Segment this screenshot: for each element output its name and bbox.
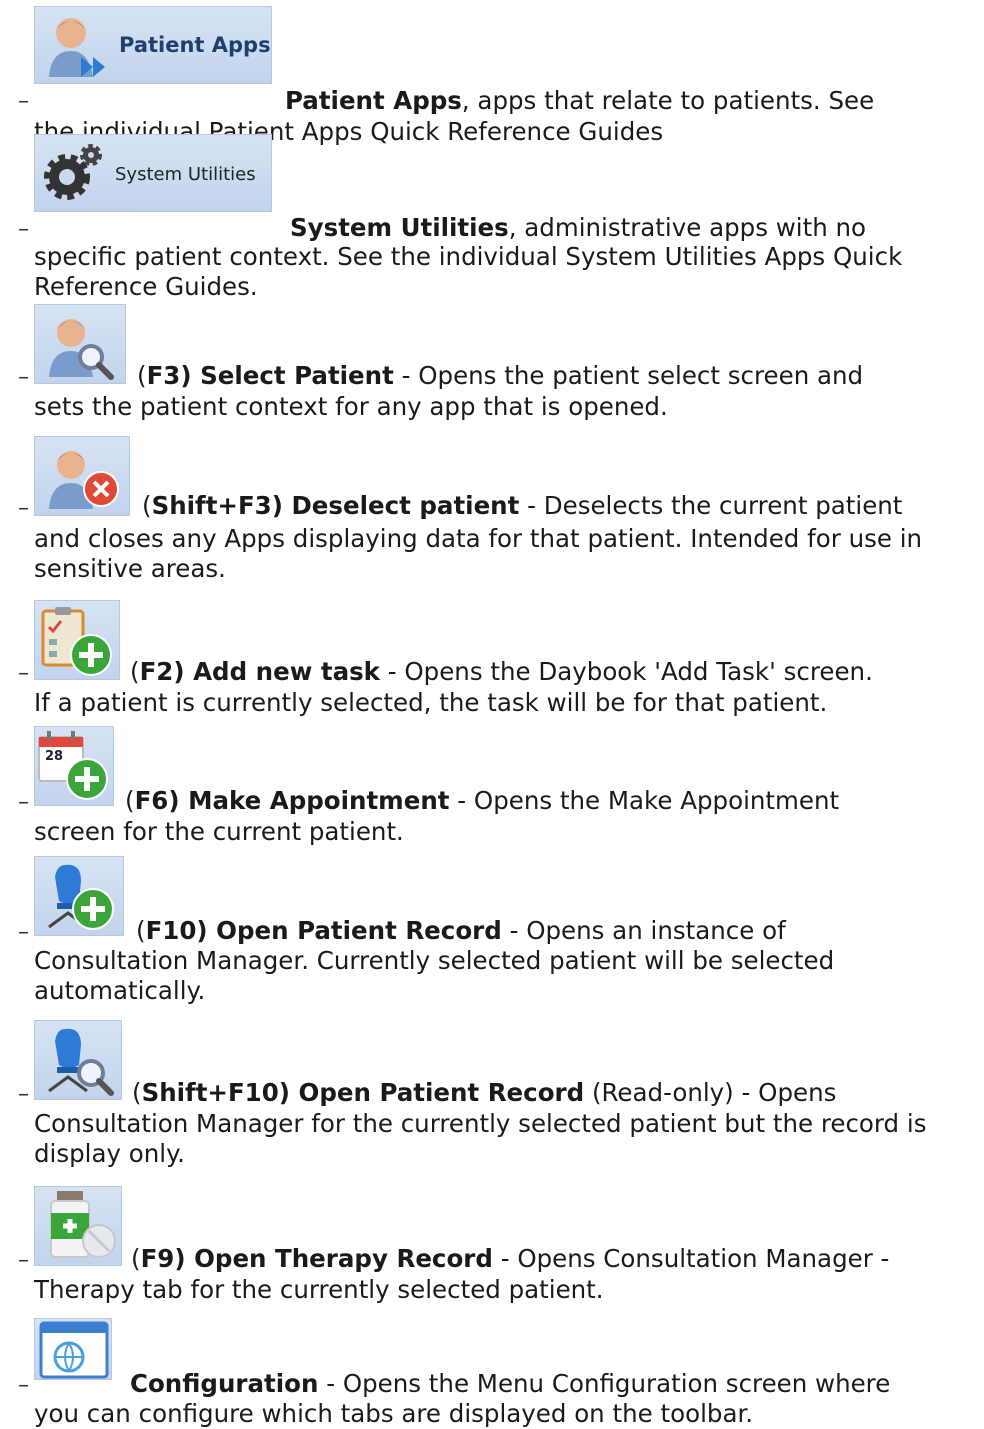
open-patient-record-readonly-icon[interactable] [34,1020,122,1100]
entry-description: Consultation Manager. Currently selected… [34,946,835,1005]
entry-description: Consultation Manager for the currently s… [34,1109,927,1168]
bullet-dash: – [18,790,29,815]
entry-text: - Opens the Daybook 'Add Task' screen. [379,657,873,686]
select-patient-icon[interactable] [34,304,126,384]
entry-deselect-patient: – (Shift+F3) Deselect patient - Deselect… [0,434,984,584]
entry-system-utilities: System Utilities – System Utilities, adm… [0,132,984,301]
entry-first-line: (Shift+F10) Open Patient Record (Read-on… [132,1078,837,1107]
entry-title: F3) Select Patient [146,361,394,390]
entry-first-line: System Utilities, administrative apps wi… [290,213,866,242]
bullet-dash: – [18,920,29,945]
entry-first-line: (Shift+F3) Deselect patient - Deselects … [142,491,903,520]
entry-description: screen for the current patient. [34,817,404,846]
entry-first-line: (F9) Open Therapy Record - Opens Consult… [131,1244,890,1273]
bullet-dash: – [18,661,29,686]
entry-text: - Opens the Make Appointment [449,786,840,815]
entry-description: specific patient context. See the indivi… [34,242,903,301]
bullet-dash: – [18,217,29,242]
patient-apps-button-label: Patient Apps [119,33,271,57]
entry-description: If a patient is currently selected, the … [34,688,828,717]
entry-text: - Opens Consultation Manager - [492,1244,890,1273]
entry-patient-apps: Patient Apps – Patient Apps, apps that r… [0,0,984,146]
make-appointment-icon[interactable]: 28 [34,726,114,806]
entry-open-patient-record-readonly: – (Shift+F10) Open Patient Record (Read-… [0,1018,984,1168]
entry-text: (Read-only) - Opens [584,1078,837,1107]
entry-select-patient: – (F3) Select Patient - Opens the patien… [0,302,984,422]
open-patient-record-icon[interactable] [34,856,124,936]
entry-title: F10) Open Patient Record [145,916,502,945]
patient-apps-icon [49,18,105,77]
entry-text: , apps that relate to patients. See [461,86,875,115]
bullet-dash: – [18,1373,29,1398]
entry-text: - Opens an instance of [501,916,786,945]
configuration-icon[interactable] [34,1318,112,1380]
bullet-dash: – [18,496,29,521]
system-utilities-button-icon[interactable]: System Utilities [34,134,272,212]
entry-add-task: – (F2) Add new task - Opens the Daybook … [0,598,984,718]
entry-configuration: – Configuration - Opens the Menu Configu… [0,1316,984,1428]
entry-open-therapy-record: – (F9) Open Therapy Record - Opens Consu… [0,1184,984,1304]
entry-text: - Opens the patient select screen and [393,361,864,390]
entry-first-line: (F10) Open Patient Record - Opens an ins… [136,916,786,945]
entry-title: Shift+F3) Deselect patient [151,491,520,520]
bullet-dash: – [18,365,29,390]
entry-title: Shift+F10) Open Patient Record [141,1078,585,1107]
patient-apps-button-icon[interactable]: Patient Apps [34,6,272,84]
entry-title: System Utilities [290,213,509,242]
gear-icon [44,144,102,200]
entry-text: - Deselects the current patient [519,491,903,520]
entry-first-line: (F3) Select Patient - Opens the patient … [137,361,864,390]
entry-description: you can configure which tabs are display… [34,1399,754,1428]
entry-first-line: (F6) Make Appointment - Opens the Make A… [125,786,840,815]
system-utilities-button-label: System Utilities [115,164,256,185]
entry-open-patient-record: – (F10) Open Patient Record - Opens an i… [0,854,984,1005]
entry-title: F9) Open Therapy Record [140,1244,493,1273]
bullet-dash: – [18,89,29,114]
entry-first-line: (F2) Add new task - Opens the Daybook 'A… [130,657,873,686]
bullet-dash: – [18,1248,29,1273]
entry-text: - Opens the Menu Configuration screen wh… [318,1369,891,1398]
entry-description: and closes any Apps displaying data for … [34,524,923,583]
open-therapy-record-icon[interactable] [34,1186,122,1266]
entry-title: F2) Add new task [139,657,380,686]
entry-text: , administrative apps with no [508,213,867,242]
entry-first-line: Configuration - Opens the Menu Configura… [130,1369,890,1398]
add-task-icon[interactable] [34,600,120,680]
entry-description: sets the patient context for any app tha… [34,392,668,421]
entry-title: Patient Apps [285,86,462,115]
entry-title: F6) Make Appointment [134,786,450,815]
entry-title: Configuration [130,1369,319,1398]
bullet-dash: – [18,1082,29,1107]
deselect-patient-icon[interactable] [34,436,130,516]
entry-make-appointment: 28 – (F6) Make Appointment - Opens the M… [0,726,984,846]
calendar-day-label: 28 [45,749,64,764]
entry-first-line: Patient Apps, apps that relate to patien… [285,86,874,115]
entry-description: Therapy tab for the currently selected p… [34,1275,604,1304]
